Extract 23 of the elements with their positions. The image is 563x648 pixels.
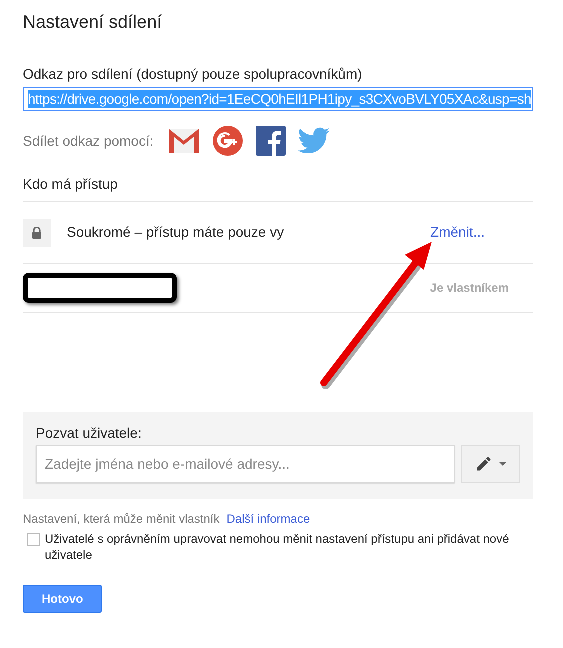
more-info-link[interactable]: Další informace [226,511,310,527]
visibility-text: Soukromé – přístup máte pouze vy [67,223,284,242]
share-label: Sdílet odkaz pomocí: [23,132,154,151]
invite-label: Pozvat uživatele: [36,424,143,442]
owner-role: Je vlastníkem [430,280,509,297]
link-label: Odkaz pro sdílení (dostupný pouze spolupracovníkům) [23,65,364,83]
invite-field[interactable]: Zadejte jména nebo e-mailové adresy... [36,445,455,483]
checkbox-label: Uživatelé s oprávněním upravovat nemohou měnit nastavení přístupu ani přidávat nové uživatele [45,531,510,563]
gplus-icon[interactable] [212,125,244,157]
checkbox[interactable] [27,533,40,546]
facebook-icon[interactable] [256,126,286,156]
section-heading: Kdo má přístup [23,175,533,202]
link-field[interactable]: https://drive.google.com/open?id=1EeCQ0hEIl1PH1ipy_s3CXvoBVLY05XAc&usp=sh [23,87,533,111]
mail-icon[interactable] [168,128,200,154]
dialog-title: Nastavení sdílení [23,11,164,34]
settings-note: Nastavení, která může měnit vlastník [23,511,220,527]
caret-icon [498,462,506,466]
done-button[interactable]: Hotovo [23,585,102,613]
lock-icon [23,218,51,246]
change-link[interactable]: Změnit... [430,222,485,243]
permission-button[interactable] [461,445,520,483]
pencil-icon [474,455,492,473]
bird-icon[interactable] [298,127,330,155]
